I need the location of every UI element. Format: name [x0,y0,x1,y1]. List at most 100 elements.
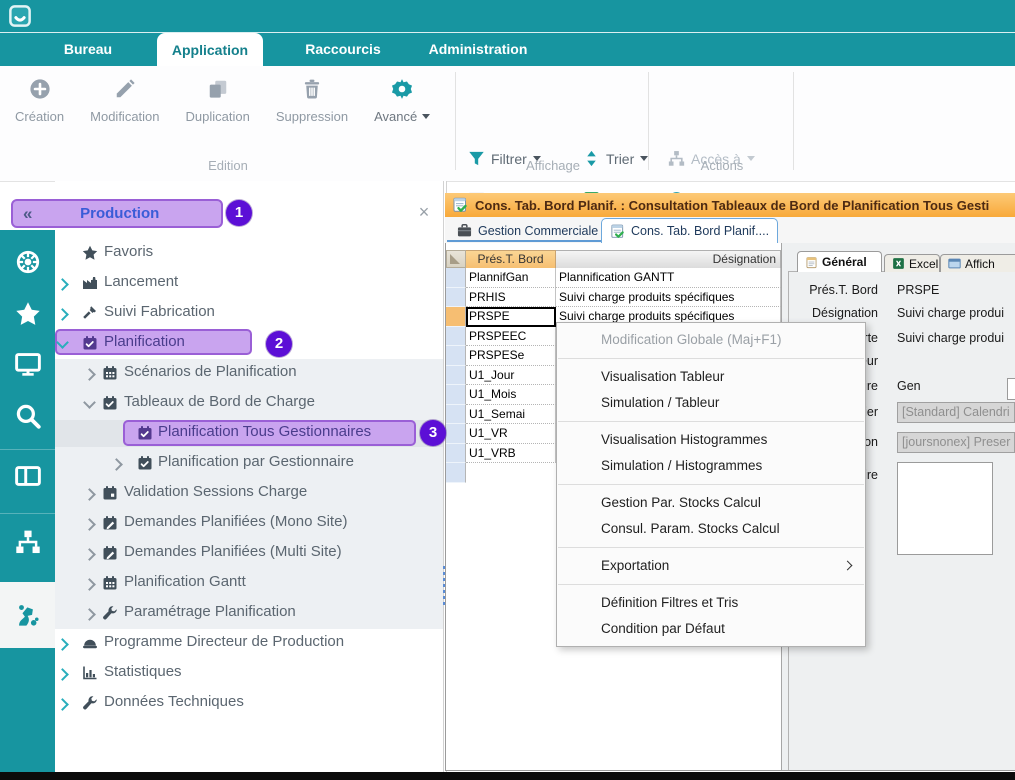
rail-item-sitemap[interactable] [0,516,55,568]
tree-item-planification-gantt[interactable]: Planification Gantt [55,568,443,598]
ribbon-button-avancé[interactable]: Avancé [361,74,443,124]
row-selector-cell[interactable] [446,268,466,288]
menu-item-simulation-tableur[interactable]: Simulation / Tableur [557,390,865,416]
window-titlebar[interactable]: Cons. Tab. Bord Planif. : Consultation T… [445,193,1015,217]
chevron-right-icon[interactable] [83,368,96,381]
row-selector-cell[interactable] [446,366,466,386]
rail-item-columns[interactable] [0,450,55,502]
cell-code[interactable]: U1_Mois [466,385,556,405]
cell-code[interactable]: PRHIS [466,288,556,308]
menu-item-visualisation-tableur[interactable]: Visualisation Tableur [557,364,865,390]
rail-item-star[interactable] [0,288,55,340]
tree-item-demandes-planifi-es-multi-site[interactable]: Demandes Planifiées (Multi Site) [55,538,443,568]
rail-item-wheel[interactable] [0,236,55,288]
row-selector-cell[interactable] [446,405,466,425]
tree-item-sc-narios-de-planification[interactable]: Scénarios de Planification [55,358,443,388]
cell-code[interactable]: U1_Semai [466,405,556,425]
document-tab-gestion-commerciale[interactable]: Gestion Commerciale ... [449,220,620,241]
ribbon-button-duplication[interactable]: Duplication [173,74,263,124]
ribbon-button-création[interactable]: Création [2,74,77,124]
cell-code[interactable]: PRSPESe [466,346,556,366]
menu-item-gestion-par-stocks-calcul[interactable]: Gestion Par. Stocks Calcul [557,490,865,516]
chevron-right-icon[interactable] [83,548,96,561]
nav-tab-raccourcis[interactable]: Raccourcis [283,33,403,66]
tree-item-planification[interactable]: Planification [55,328,443,358]
menu-item-exportation[interactable]: Exportation [557,553,865,579]
grid-column-header-designation[interactable]: Désignation [556,250,781,268]
tree-item-statistiques[interactable]: Statistiques [55,658,443,688]
rail-item-search[interactable] [0,390,55,442]
cell-code[interactable]: PRSPEEC [466,327,556,347]
tree-item-demandes-planifi-es-mono-site[interactable]: Demandes Planifiées (Mono Site) [55,508,443,538]
chevron-right-icon[interactable] [83,608,96,621]
ribbon-separator [648,72,649,170]
chevron-right-icon[interactable] [110,458,123,471]
chevron-right-icon[interactable] [83,488,96,501]
menu-item-condition-par-d-faut[interactable]: Condition par Défaut [557,616,865,642]
cell-code[interactable]: U1_VR [466,424,556,444]
ribbon: CréationModificationDuplicationSuppressi… [0,66,1015,182]
ribbon-button-suppression[interactable]: Suppression [263,74,361,124]
menu-item-simulation-histogrammes[interactable]: Simulation / Histogrammes [557,453,865,479]
nav-tab-application[interactable]: Application [157,33,263,66]
detail-tab-g-n-ral[interactable]: Général [797,251,882,272]
chevron-down-icon[interactable] [56,336,69,349]
cell-designation[interactable]: Suivi charge produits spécifiques [556,288,781,308]
field-input-sliver[interactable] [1007,378,1015,400]
row-selector-cell[interactable] [446,307,466,327]
tree-item-favoris[interactable]: Favoris [55,238,443,268]
grid-select-all-header[interactable] [446,250,466,268]
chevron-right-icon[interactable] [56,308,69,321]
document-tab-cons-tab-bord-planif[interactable]: Cons. Tab. Bord Planif.... [601,218,778,243]
tree-item-lancement[interactable]: Lancement [55,268,443,298]
table-row[interactable]: PRHISSuivi charge produits spécifiques [446,288,781,308]
collapse-panel-icon[interactable]: « [23,204,32,224]
menu-item-d-finition-filtres-et-tris[interactable]: Définition Filtres et Tris [557,590,865,616]
row-selector-cell[interactable] [446,444,466,464]
chevron-right-icon[interactable] [56,668,69,681]
document-tab-label: Cons. Tab. Bord Planif.... [631,224,769,238]
nav-module-header[interactable]: « Production [11,199,223,228]
cell-code[interactable]: U1_Jour [466,366,556,386]
ribbon-button-modification[interactable]: Modification [77,74,172,124]
nav-tab-bureau[interactable]: Bureau [38,33,138,66]
tree-item-tableaux-de-bord-de-charge[interactable]: Tableaux de Bord de Charge [55,388,443,418]
briefcase-icon [457,223,472,238]
row-selector-cell[interactable] [446,424,466,444]
tree-item-validation-sessions-charge[interactable]: Validation Sessions Charge [55,478,443,508]
cell-code[interactable]: U1_VRB [466,444,556,464]
row-selector-cell[interactable] [446,288,466,308]
chevron-right-icon[interactable] [56,278,69,291]
chevron-right-icon[interactable] [56,698,69,711]
menu-item-visualisation-histogrammes[interactable]: Visualisation Histogrammes [557,427,865,453]
chevron-down-icon[interactable] [83,396,96,409]
cell-designation[interactable]: Plannification GANTT [556,268,781,288]
table-row[interactable]: PlannifGanPlannification GANTT [446,268,781,288]
tree-item-param-trage-planification[interactable]: Paramétrage Planification [55,598,443,628]
rail-item-monitor[interactable] [0,338,55,390]
menu-item-consul-param-stocks-calcul[interactable]: Consul. Param. Stocks Calcul [557,516,865,542]
comment-textarea[interactable] [897,462,993,555]
field-input-disabled: [joursnonex] Preser [897,432,1015,453]
chevron-right-icon[interactable] [83,518,96,531]
detail-tab-affich[interactable]: Affich [940,254,1015,272]
chevron-right-icon[interactable] [56,638,69,651]
app-header: Bureau Application Raccourcis Administra… [0,0,1015,66]
tree-item-programme-directeur-de-production[interactable]: Programme Directeur de Production [55,628,443,658]
tree-item-donn-es-techniques[interactable]: Données Techniques [55,688,443,718]
chevron-right-icon[interactable] [83,578,96,591]
grid-column-header-code[interactable]: Prés.T. Bord [466,250,556,268]
nav-tab-administration[interactable]: Administration [408,33,548,66]
cell-code[interactable]: PlannifGan [466,268,556,288]
rail-item-robot[interactable] [0,582,55,648]
tree-item-planification-par-gestionnaire[interactable]: Planification par Gestionnaire [55,448,443,478]
row-selector-cell[interactable] [446,327,466,347]
row-selector-cell[interactable] [446,385,466,405]
tree-item-suivi-fabrication[interactable]: Suivi Fabrication [55,298,443,328]
cell-code[interactable]: PRSPE [466,307,556,327]
row-selector-cell[interactable] [446,346,466,366]
detail-tab-excel[interactable]: Excel [884,254,940,272]
search-icon [15,403,41,429]
tree-item-planification-tous-gestionnaires[interactable]: Planification Tous Gestionnaires [55,418,443,448]
panel-close-icon[interactable]: × [414,202,434,222]
